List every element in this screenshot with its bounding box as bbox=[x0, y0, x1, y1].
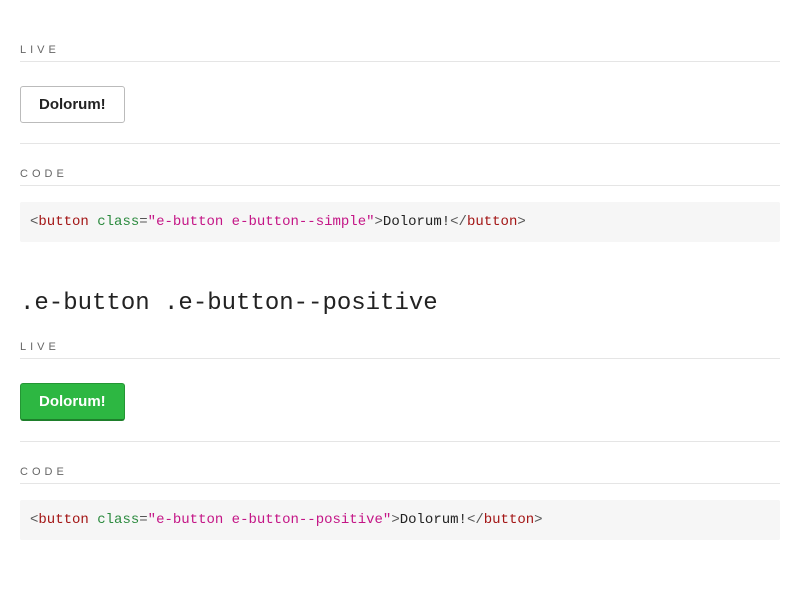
code-block-positive: <button class="e-button e-button--positi… bbox=[20, 500, 780, 540]
code-block-simple: <button class="e-button e-button--simple… bbox=[20, 202, 780, 242]
live-area-simple: Dolorum! bbox=[20, 78, 780, 144]
live-area-positive: Dolorum! bbox=[20, 375, 780, 442]
code-token: " bbox=[366, 214, 374, 230]
code-token: </ bbox=[450, 214, 467, 230]
code-token: button bbox=[484, 512, 534, 528]
code-token: e-button e-button--simple bbox=[156, 214, 366, 230]
code-token: = bbox=[139, 512, 147, 528]
code-token: Dolorum! bbox=[400, 512, 467, 528]
example-button-simple[interactable]: Dolorum! bbox=[20, 86, 125, 123]
code-token: " bbox=[148, 214, 156, 230]
code-token bbox=[89, 214, 97, 230]
live-label: LIVE bbox=[20, 44, 780, 62]
code-token: </ bbox=[467, 512, 484, 528]
code-token bbox=[89, 512, 97, 528]
code-token: > bbox=[517, 214, 525, 230]
code-token: > bbox=[375, 214, 383, 230]
class-heading-positive: .e-button .e-button--positive bbox=[20, 290, 780, 317]
live-label: LIVE bbox=[20, 341, 780, 359]
code-token: button bbox=[38, 214, 88, 230]
code-token: > bbox=[391, 512, 399, 528]
code-token: e-button e-button--positive bbox=[156, 512, 383, 528]
code-label: CODE bbox=[20, 466, 780, 484]
code-token: Dolorum! bbox=[383, 214, 450, 230]
code-token: button bbox=[38, 512, 88, 528]
code-token: = bbox=[139, 214, 147, 230]
code-token: button bbox=[467, 214, 517, 230]
code-label: CODE bbox=[20, 168, 780, 186]
code-token: > bbox=[534, 512, 542, 528]
example-button-positive[interactable]: Dolorum! bbox=[20, 383, 125, 421]
code-token: " bbox=[148, 512, 156, 528]
code-token: class bbox=[97, 214, 139, 230]
code-token: class bbox=[97, 512, 139, 528]
